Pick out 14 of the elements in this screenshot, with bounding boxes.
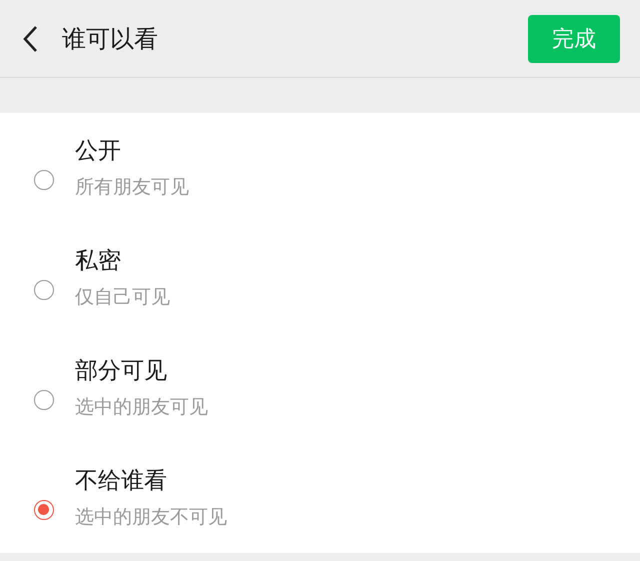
option-title[interactable]: 不给谁看 <box>75 467 227 495</box>
radio-button[interactable] <box>34 170 54 190</box>
option-title[interactable]: 公开 <box>75 137 189 165</box>
option-description: 选中的朋友可见 <box>75 395 208 419</box>
page-title: 谁可以看 <box>62 24 159 54</box>
radio-button[interactable] <box>34 280 54 300</box>
back-icon[interactable] <box>22 24 38 52</box>
option-title[interactable]: 私密 <box>75 247 170 275</box>
option-title[interactable]: 部分可见 <box>75 357 208 385</box>
option-description: 所有朋友可见 <box>75 175 189 199</box>
option-description: 仅自己可见 <box>75 285 170 309</box>
option-description: 选中的朋友不可见 <box>75 505 227 529</box>
radio-button[interactable] <box>34 500 54 520</box>
radio-button[interactable] <box>34 390 54 410</box>
